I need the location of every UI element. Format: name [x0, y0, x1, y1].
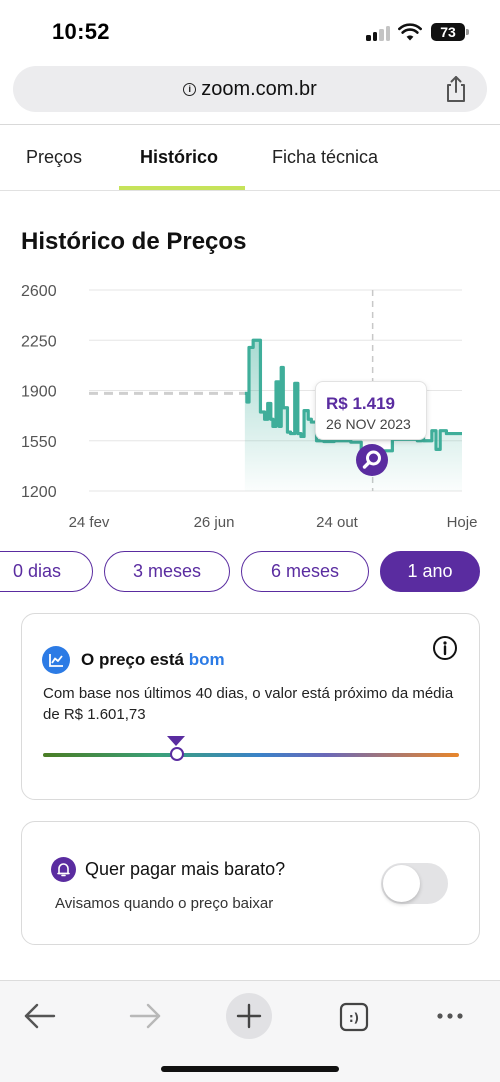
tooltip-date: 26 NOV 2023 — [326, 416, 411, 432]
price-rating-description: Com base nos últimos 40 dias, o valor es… — [43, 685, 454, 723]
x-tick-label: 24 out — [316, 514, 359, 531]
home-indicator — [161, 1066, 339, 1072]
wifi-icon — [398, 23, 422, 41]
price-alert-toggle[interactable] — [381, 863, 448, 904]
alert-subtitle: Avisamos quando o preço baixar — [55, 895, 274, 912]
tabs-icon[interactable]: :) — [331, 993, 377, 1039]
price-scale-bar — [43, 753, 459, 757]
y-tick-label: 1200 — [21, 484, 57, 501]
price-scale-pointer — [167, 736, 185, 746]
y-tick-label: 1550 — [21, 434, 57, 451]
price-rating-heading: O preço está bom — [81, 650, 225, 670]
price-rating-value: bom — [188, 650, 225, 669]
x-tick-label: 26 jun — [194, 514, 235, 531]
tabs-divider — [0, 190, 500, 191]
site-info-icon[interactable]: i — [183, 83, 197, 96]
magnifier-icon — [362, 450, 381, 469]
back-icon[interactable] — [17, 993, 63, 1039]
zoom-marker[interactable] — [356, 444, 388, 476]
forward-icon[interactable] — [122, 993, 168, 1039]
x-tick-label: Hoje — [447, 514, 478, 531]
y-tick-label: 1900 — [21, 384, 57, 401]
url-display[interactable]: i zoom.com.br — [13, 78, 487, 101]
tab-historico[interactable]: Histórico — [140, 147, 218, 168]
y-tick-label: 2600 — [21, 283, 57, 300]
share-icon[interactable] — [443, 75, 469, 103]
address-bar[interactable]: i zoom.com.br — [13, 66, 487, 112]
period-button-dias[interactable]: 0 dias — [0, 551, 93, 592]
tab-ficha-tecnica[interactable]: Ficha técnica — [272, 147, 378, 168]
signal-icon — [366, 25, 392, 41]
price-rating-card: O preço está bom Com base nos últimos 40… — [21, 613, 480, 800]
price-rating-prefix: O preço está — [81, 650, 184, 669]
status-bar: 10:52 73 — [0, 0, 500, 62]
status-time: 10:52 — [52, 19, 110, 44]
url-text: zoom.com.br — [201, 78, 317, 100]
period-button-1-ano[interactable]: 1 ano — [380, 551, 480, 592]
x-tick-label: 24 fev — [69, 514, 110, 531]
battery-cap — [466, 29, 469, 35]
more-icon[interactable] — [427, 993, 473, 1039]
price-scale-knob — [170, 747, 184, 761]
toggle-knob — [383, 865, 420, 902]
tabs-icon-glyph: :) — [349, 1011, 359, 1025]
battery-icon: 73 — [431, 23, 465, 41]
tab-precos[interactable]: Preços — [26, 147, 82, 168]
product-tabs: Preços Histórico Ficha técnica — [0, 125, 500, 191]
alert-title: Quer pagar mais barato? — [85, 859, 286, 879]
y-tick-label: 2250 — [21, 333, 57, 350]
tooltip-price: R$ 1.419 — [326, 394, 395, 413]
new-tab-icon[interactable] — [226, 993, 272, 1039]
bell-icon — [51, 857, 76, 882]
period-button-3-meses[interactable]: 3 meses — [104, 551, 230, 592]
period-button-6-meses[interactable]: 6 meses — [241, 551, 369, 592]
trend-chart-icon — [42, 646, 70, 674]
price-alert-card: Quer pagar mais barato? Avisamos quando … — [21, 821, 480, 945]
info-icon[interactable] — [432, 635, 458, 661]
chart-tooltip: R$ 1.419 26 NOV 2023 — [315, 381, 427, 440]
section-title: Histórico de Preços — [21, 228, 247, 255]
